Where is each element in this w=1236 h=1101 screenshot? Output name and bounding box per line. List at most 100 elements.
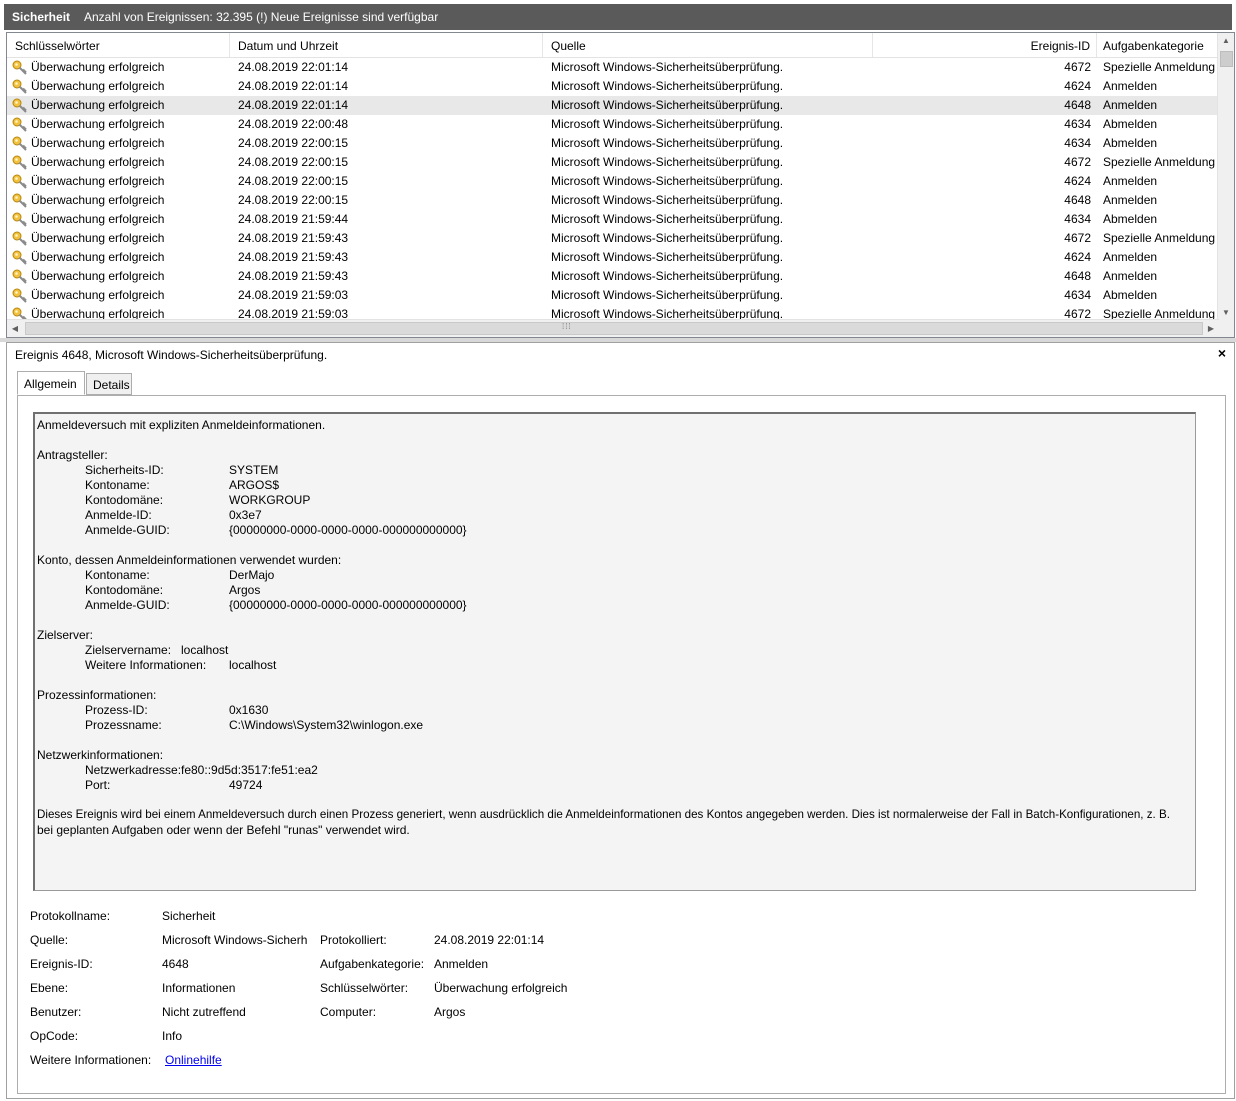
- desc-section-target: Zielserver:: [37, 628, 94, 642]
- desc-value: fe80::9d5d:3517:fe51:ea2: [181, 763, 318, 777]
- cell-datetime: 24.08.2019 21:59:03: [238, 307, 349, 320]
- scroll-left-icon[interactable]: ◀: [7, 320, 23, 337]
- desc-label: Anmelde-GUID:: [85, 598, 170, 612]
- meta-label: Ereignis-ID:: [30, 957, 93, 971]
- cell-source: Microsoft Windows-Sicherheitsüberprüfung…: [551, 98, 784, 112]
- tab-details[interactable]: Details: [86, 373, 132, 395]
- desc-section-subject: Antragsteller:: [37, 448, 108, 462]
- desc-value: 0x1630: [229, 703, 269, 717]
- cell-datetime: 24.08.2019 21:59:44: [238, 212, 349, 226]
- horizontal-scrollbar[interactable]: ◀ ⁞⁞⁞ ▶: [7, 319, 1219, 337]
- desc-section-network: Netzwerkinformationen:: [37, 748, 164, 762]
- column-header-datetime[interactable]: Datum und Uhrzeit: [230, 33, 543, 57]
- meta-source: Microsoft Windows-Sicherh: [162, 933, 308, 947]
- cell-category: Anmelden: [1103, 79, 1158, 93]
- cell-category: Anmelden: [1103, 174, 1158, 188]
- table-row[interactable]: Überwachung erfolgreich 24.08.2019 21:59:…: [7, 267, 1219, 286]
- key-icon: [12, 60, 28, 75]
- key-icon: [12, 155, 28, 170]
- cell-datetime: 24.08.2019 22:00:15: [238, 193, 349, 207]
- vertical-scrollbar[interactable]: ▲ ▼: [1217, 33, 1234, 321]
- meta-opcode: Info: [162, 1029, 183, 1043]
- meta-label: Ebene:: [30, 981, 69, 995]
- desc-label: Kontodomäne:: [85, 493, 164, 507]
- table-row[interactable]: Überwachung erfolgreich 24.08.2019 21:59:…: [7, 210, 1219, 229]
- cell-datetime: 24.08.2019 22:00:15: [238, 155, 349, 169]
- meta-label: Weitere Informationen:: [30, 1053, 152, 1067]
- desc-intro: Anmeldeversuch mit expliziten Anmeldeinf…: [37, 418, 326, 432]
- table-row[interactable]: Überwachung erfolgreich 24.08.2019 22:01:…: [7, 58, 1219, 77]
- cell-keywords: Überwachung erfolgreich: [31, 193, 165, 207]
- cell-source: Microsoft Windows-Sicherheitsüberprüfung…: [551, 60, 784, 74]
- desc-label: Kontoname:: [85, 568, 150, 582]
- meta-level: Informationen: [162, 981, 236, 995]
- cell-datetime: 24.08.2019 22:00:48: [238, 117, 349, 131]
- key-icon: [12, 231, 28, 246]
- table-row[interactable]: Überwachung erfolgreich 24.08.2019 22:00:…: [7, 134, 1219, 153]
- table-row[interactable]: Überwachung erfolgreich 24.08.2019 22:01:…: [7, 77, 1219, 96]
- cell-eventid: 4672: [1064, 307, 1091, 320]
- horizontal-scroll-thumb[interactable]: [25, 322, 1203, 335]
- cell-keywords: Überwachung erfolgreich: [31, 155, 165, 169]
- desc-label: Netzwerkadresse:: [85, 763, 182, 777]
- key-icon: [12, 174, 28, 189]
- cell-category: Anmelden: [1103, 98, 1158, 112]
- online-help-link[interactable]: Onlinehilfe: [165, 1053, 222, 1067]
- desc-section-process: Prozessinformationen:: [37, 688, 157, 702]
- meta-logname: Sicherheit: [162, 909, 216, 923]
- cell-eventid: 4624: [1064, 250, 1091, 264]
- cell-datetime: 24.08.2019 22:01:14: [238, 98, 349, 112]
- scroll-down-icon[interactable]: ▼: [1218, 305, 1234, 321]
- cell-datetime: 24.08.2019 21:59:43: [238, 269, 349, 283]
- scroll-right-icon[interactable]: ▶: [1203, 320, 1219, 337]
- desc-value: ARGOS$: [229, 478, 280, 492]
- desc-label: Zielservername:: [85, 643, 172, 657]
- table-row[interactable]: Überwachung erfolgreich 24.08.2019 22:00:…: [7, 115, 1219, 134]
- table-row[interactable]: Überwachung erfolgreich 24.08.2019 21:59:…: [7, 229, 1219, 248]
- cell-source: Microsoft Windows-Sicherheitsüberprüfung…: [551, 155, 784, 169]
- desc-outro: Dieses Ereignis wird bei einem Anmeldeve…: [37, 808, 1170, 821]
- column-header-source[interactable]: Quelle: [543, 33, 873, 57]
- cell-datetime: 24.08.2019 21:59:43: [238, 250, 349, 264]
- meta-label: Protokolliert:: [320, 933, 387, 947]
- key-icon: [12, 212, 28, 227]
- cell-keywords: Überwachung erfolgreich: [31, 288, 165, 302]
- cell-datetime: 24.08.2019 22:01:14: [238, 79, 349, 93]
- scroll-thumb[interactable]: [1220, 51, 1233, 67]
- meta-label: Computer:: [320, 1005, 377, 1019]
- table-row[interactable]: Überwachung erfolgreich 24.08.2019 22:00:…: [7, 172, 1219, 191]
- table-row[interactable]: Überwachung erfolgreich 24.08.2019 21:59:…: [7, 286, 1219, 305]
- cell-source: Microsoft Windows-Sicherheitsüberprüfung…: [551, 212, 784, 226]
- table-row[interactable]: Überwachung erfolgreich 24.08.2019 21:59:…: [7, 248, 1219, 267]
- event-detail-title: Ereignis 4648, Microsoft Windows-Sicherh…: [15, 348, 328, 362]
- event-rows: Überwachung erfolgreich 24.08.2019 22:01:…: [7, 58, 1219, 320]
- event-list[interactable]: Schlüsselwörter Datum und Uhrzeit Quelle…: [6, 32, 1235, 338]
- close-icon[interactable]: ×: [1218, 345, 1226, 361]
- log-name: Sicherheit: [12, 10, 71, 24]
- desc-value: 0x3e7: [229, 508, 262, 522]
- table-row[interactable]: Überwachung erfolgreich 24.08.2019 21:59:…: [7, 305, 1219, 320]
- tab-allgemein[interactable]: Allgemein: [17, 371, 85, 395]
- column-header-keywords[interactable]: Schlüsselwörter: [7, 33, 230, 57]
- key-icon: [12, 117, 28, 132]
- column-header-category[interactable]: Aufgabenkategorie: [1097, 33, 1219, 57]
- table-row[interactable]: Überwachung erfolgreich 24.08.2019 22:00:…: [7, 153, 1219, 172]
- scroll-up-icon[interactable]: ▲: [1218, 33, 1234, 49]
- cell-category: Spezielle Anmeldung: [1103, 307, 1216, 320]
- cell-source: Microsoft Windows-Sicherheitsüberprüfung…: [551, 231, 784, 245]
- cell-eventid: 4634: [1064, 212, 1091, 226]
- cell-eventid: 4624: [1064, 174, 1091, 188]
- desc-section-account: Konto, dessen Anmeldeinformationen verwe…: [37, 553, 342, 567]
- cell-category: Spezielle Anmeldung: [1103, 231, 1216, 245]
- desc-value: SYSTEM: [229, 463, 279, 477]
- table-row[interactable]: Überwachung erfolgreich 24.08.2019 22:01:…: [7, 96, 1219, 115]
- cell-category: Abmelden: [1103, 136, 1158, 150]
- cell-source: Microsoft Windows-Sicherheitsüberprüfung…: [551, 288, 784, 302]
- column-header-eventid[interactable]: Ereignis-ID: [873, 33, 1097, 57]
- meta-user: Nicht zutreffend: [162, 1005, 246, 1019]
- cell-eventid: 4634: [1064, 288, 1091, 302]
- cell-category: Abmelden: [1103, 212, 1158, 226]
- cell-category: Anmelden: [1103, 193, 1158, 207]
- event-description[interactable]: Anmeldeversuch mit expliziten Anmeldeinf…: [33, 412, 1196, 891]
- table-row[interactable]: Überwachung erfolgreich 24.08.2019 22:00:…: [7, 191, 1219, 210]
